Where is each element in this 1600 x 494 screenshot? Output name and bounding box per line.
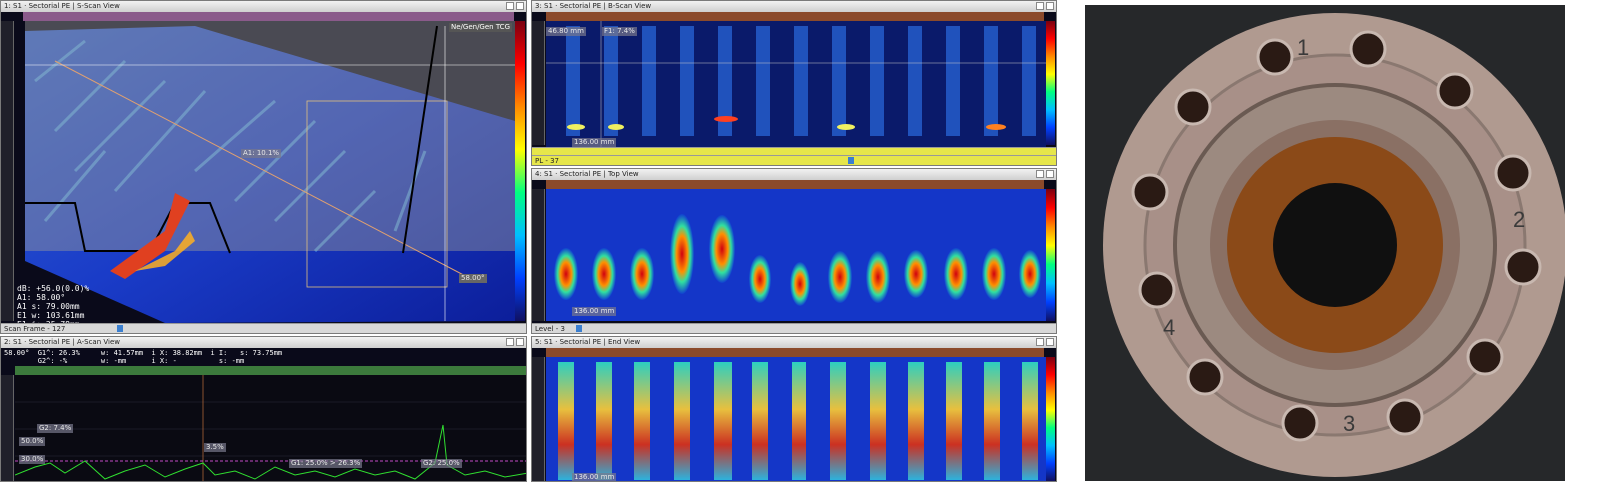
endview-scale-label: 136.00 mm [572, 473, 617, 481]
flange-photo: 1 2 3 4 [1085, 5, 1565, 481]
ascan-top-ruler [15, 366, 526, 375]
photo-mark-3: 3 [1343, 411, 1355, 436]
topview-titlebar: 4: S1 · Sectorial PE | Top View [532, 169, 1056, 180]
sscan-left-ruler [1, 21, 14, 321]
ascan-gate2-label: G2: 7.4% [37, 424, 74, 433]
ascan-level30-label: 30.0% [19, 455, 46, 464]
topview-top-ruler [546, 180, 1044, 189]
topview-scrollbar-label: Level - 3 [535, 325, 565, 333]
photo-mark-4: 4 [1163, 315, 1175, 340]
ascan-titlebar: 2: S1 · Sectorial PE | A-Scan View [1, 337, 526, 348]
maximize-button[interactable] [506, 338, 514, 346]
endview-left-ruler [532, 357, 545, 481]
sscan-title: 1: S1 · Sectorial PE | S-Scan View [4, 2, 120, 10]
topview-title: 4: S1 · Sectorial PE | Top View [535, 170, 639, 178]
sscan-image[interactable] [15, 21, 515, 323]
topview-left-ruler [532, 189, 545, 321]
bscan-scrollbar[interactable]: PL - 37 [532, 155, 1056, 165]
topview-colorbar [1045, 189, 1055, 321]
ascan-level50-label: 50.0% [19, 437, 46, 446]
close-button[interactable] [516, 2, 524, 10]
bscan-left-ruler [532, 21, 545, 145]
topview-scroll-thumb[interactable] [576, 325, 582, 332]
endview-panel: 5: S1 · Sectorial PE | End View 136.00 m… [531, 336, 1057, 482]
photo-mark-2: 2 [1513, 207, 1525, 232]
close-button[interactable] [516, 338, 524, 346]
ascan-title: 2: S1 · Sectorial PE | A-Scan View [4, 338, 120, 346]
flange-photo-svg: 1 2 3 4 [1085, 5, 1565, 481]
topview-panel: 4: S1 · Sectorial PE | Top View 136.00 m… [531, 168, 1057, 334]
sscan-cursor-label: A1: 10.1% [241, 149, 282, 158]
endview-colorbar [1045, 357, 1055, 481]
ascan-readout-line2: G2^: -% w: -mm i X: - s: -mm [4, 357, 245, 365]
bscan-scale-label: 136.00 mm [572, 138, 617, 147]
sscan-titlebar: 1: S1 · Sectorial PE | S-Scan View [1, 1, 526, 12]
maximize-button[interactable] [506, 2, 514, 10]
sscan-scroll-thumb[interactable] [117, 325, 123, 332]
sscan-top-ruler [23, 12, 514, 21]
sscan-scrollbar-label: Scan Frame - 127 [4, 325, 66, 333]
topview-scale-label: 136.00 mm [572, 307, 617, 316]
maximize-button[interactable] [1036, 338, 1044, 346]
ascan-gate-right-label: G2: 25.0% [421, 459, 462, 468]
bscan-top-ruler [546, 12, 1044, 21]
close-button[interactable] [1046, 2, 1054, 10]
bscan-gate-label: F1: 7.4% [602, 27, 637, 36]
bscan-scrollbar-label: PL - 37 [535, 157, 560, 165]
bscan-panel: 3: S1 · Sectorial PE | B-Scan View 46.80… [531, 0, 1057, 166]
sscan-angle-label: 58.00° [459, 274, 487, 283]
maximize-button[interactable] [1036, 2, 1044, 10]
endview-image[interactable] [546, 357, 1046, 482]
bscan-title: 3: S1 · Sectorial PE | B-Scan View [535, 2, 652, 10]
close-button[interactable] [1046, 170, 1054, 178]
bscan-colorbar [1045, 21, 1055, 145]
sscan-scrollbar[interactable]: Scan Frame - 127 [1, 323, 526, 333]
close-button[interactable] [1046, 338, 1054, 346]
endview-titlebar: 5: S1 · Sectorial PE | End View [532, 337, 1056, 348]
bscan-depth-label: 46.80 mm [546, 27, 586, 36]
topview-scrollbar[interactable]: Level - 3 [532, 323, 1056, 333]
topview-image[interactable] [546, 189, 1046, 321]
sscan-panel: 1: S1 · Sectorial PE | S-Scan View Ne/Ge… [0, 0, 527, 334]
sscan-colorbar [515, 21, 525, 321]
ascan-left-ruler [1, 375, 14, 481]
bscan-image[interactable] [546, 21, 1046, 147]
photo-mark-1: 1 [1297, 35, 1309, 60]
maximize-button[interactable] [1036, 170, 1044, 178]
bscan-scroll-thumb[interactable] [848, 157, 854, 164]
ascan-gate1-label: G1: 25.0% > 26.3% [289, 459, 363, 468]
endview-top-ruler [546, 348, 1044, 357]
endview-title: 5: S1 · Sectorial PE | End View [535, 338, 641, 346]
ascan-panel: 2: S1 · Sectorial PE | A-Scan View 58.00… [0, 336, 527, 482]
ascan-peak-label: 3.5% [204, 443, 226, 452]
sscan-toolbar-label[interactable]: Ne/Gen/Gen TCG [449, 23, 512, 32]
bscan-titlebar: 3: S1 · Sectorial PE | B-Scan View [532, 1, 1056, 12]
